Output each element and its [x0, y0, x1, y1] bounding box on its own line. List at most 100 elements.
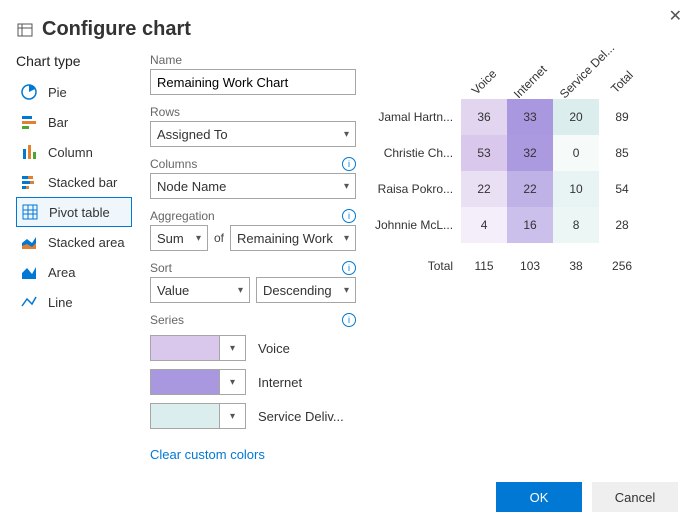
aggregation-label: Aggregation i — [150, 209, 356, 223]
pivot-cell: 22 — [461, 171, 507, 207]
series-label: Series i — [150, 313, 356, 327]
chart-type-sidebar: Chart type Pie Bar Column Stacked bar — [16, 53, 132, 462]
sort-by-select[interactable]: Value ▾ — [150, 277, 250, 303]
column-icon — [20, 143, 40, 161]
chart-type-label: Pie — [48, 85, 67, 100]
chevron-down-icon: ▾ — [344, 233, 349, 244]
series-color-select[interactable]: ▾ — [150, 369, 246, 395]
pivot-cell: 4 — [461, 207, 507, 243]
line-icon — [20, 293, 40, 311]
chart-type-area[interactable]: Area — [16, 257, 132, 287]
name-label: Name — [150, 53, 356, 67]
series-name: Internet — [258, 375, 302, 390]
pivot-cell: 16 — [507, 207, 553, 243]
chart-type-label: Stacked bar — [48, 175, 117, 190]
chart-type-pivot-table[interactable]: Pivot table — [16, 197, 132, 227]
series-name: Voice — [258, 341, 290, 356]
info-icon[interactable]: i — [342, 157, 356, 171]
dialog-footer: OK Cancel — [496, 482, 678, 512]
name-input[interactable] — [150, 69, 356, 95]
chevron-down-icon: ▾ — [344, 181, 349, 192]
pivot-row-header: Jamal Hartn... — [374, 99, 461, 135]
series-row-internet: ▾ Internet — [150, 369, 356, 395]
pivot-cell: 89 — [599, 99, 645, 135]
pivot-cell: 8 — [553, 207, 599, 243]
pivot-col-header: Service Del... — [553, 73, 599, 99]
chart-type-stacked-bar[interactable]: Stacked bar — [16, 167, 132, 197]
pivot-table-icon — [21, 203, 41, 221]
pivot-total-cell: 38 — [553, 243, 599, 279]
chevron-down-icon: ▾ — [238, 285, 243, 296]
series-row-voice: ▾ Voice — [150, 335, 356, 361]
columns-value: Node Name — [157, 179, 226, 194]
cancel-button[interactable]: Cancel — [592, 482, 678, 512]
pivot-cell: 32 — [507, 135, 553, 171]
table-row: Jamal Hartn...36332089 — [374, 99, 645, 135]
pivot-total-cell: 115 — [461, 243, 507, 279]
chart-type-label: Area — [48, 265, 75, 280]
pivot-row-header: Raisa Pokro... — [374, 171, 461, 207]
table-row: Christie Ch...5332085 — [374, 135, 645, 171]
series-color-select[interactable]: ▾ — [150, 335, 246, 361]
clear-custom-colors-link[interactable]: Clear custom colors — [150, 447, 356, 462]
chart-preview: Voice Internet Service Del... Total Jama… — [374, 53, 678, 462]
pivot-row-header: Christie Ch... — [374, 135, 461, 171]
pivot-col-header: Total — [599, 73, 645, 99]
aggregation-func-value: Sum — [157, 231, 184, 246]
of-text: of — [214, 231, 224, 245]
sort-by-value: Value — [157, 283, 189, 298]
chevron-down-icon: ▾ — [196, 233, 201, 244]
table-row: Johnnie McL...416828 — [374, 207, 645, 243]
pivot-table-preview: Voice Internet Service Del... Total Jama… — [374, 73, 645, 279]
config-form: Name Rows Assigned To ▾ Columns i Node N… — [150, 53, 356, 462]
chart-type-heading: Chart type — [16, 53, 132, 69]
pivot-total-cell: 103 — [507, 243, 553, 279]
chevron-down-icon: ▾ — [230, 411, 235, 422]
pivot-row-header: Johnnie McL... — [374, 207, 461, 243]
rows-value: Assigned To — [157, 127, 228, 142]
series-color-select[interactable]: ▾ — [150, 403, 246, 429]
chart-type-label: Stacked area — [48, 235, 125, 250]
pivot-col-header: Voice — [461, 73, 507, 99]
chart-type-stacked-area[interactable]: Stacked area — [16, 227, 132, 257]
chart-type-pie[interactable]: Pie — [16, 77, 132, 107]
chart-type-column[interactable]: Column — [16, 137, 132, 167]
columns-label: Columns i — [150, 157, 356, 171]
chevron-down-icon: ▾ — [344, 285, 349, 296]
chart-type-label: Bar — [48, 115, 68, 130]
stacked-bar-icon — [20, 173, 40, 191]
aggregation-field-select[interactable]: Remaining Work ▾ — [230, 225, 356, 251]
chart-type-label: Pivot table — [49, 205, 110, 220]
sort-dir-value: Descending — [263, 283, 332, 298]
pivot-cell: 53 — [461, 135, 507, 171]
pie-icon — [20, 83, 40, 101]
chart-type-label: Line — [48, 295, 73, 310]
color-swatch — [151, 336, 219, 360]
info-icon[interactable]: i — [342, 261, 356, 275]
pivot-cell: 54 — [599, 171, 645, 207]
pivot-col-header: Internet — [507, 73, 553, 99]
table-row: Raisa Pokro...22221054 — [374, 171, 645, 207]
stacked-area-icon — [20, 233, 40, 251]
ok-button[interactable]: OK — [496, 482, 582, 512]
pivot-cell: 10 — [553, 171, 599, 207]
bar-icon — [20, 113, 40, 131]
chevron-down-icon: ▾ — [344, 129, 349, 140]
chart-type-bar[interactable]: Bar — [16, 107, 132, 137]
pivot-cell: 36 — [461, 99, 507, 135]
rows-select[interactable]: Assigned To ▾ — [150, 121, 356, 147]
dialog-title: Configure chart — [42, 18, 191, 41]
info-icon[interactable]: i — [342, 313, 356, 327]
chart-type-line[interactable]: Line — [16, 287, 132, 317]
close-icon[interactable]: ✕ — [669, 6, 682, 26]
pivot-total-cell: 256 — [599, 243, 645, 279]
pivot-cell: 20 — [553, 99, 599, 135]
color-swatch — [151, 404, 219, 428]
info-icon[interactable]: i — [342, 209, 356, 223]
chevron-down-icon: ▾ — [230, 343, 235, 354]
columns-select[interactable]: Node Name ▾ — [150, 173, 356, 199]
series-name: Service Deliv... — [258, 409, 344, 424]
sort-dir-select[interactable]: Descending ▾ — [256, 277, 356, 303]
aggregation-func-select[interactable]: Sum ▾ — [150, 225, 208, 251]
pivot-cell: 22 — [507, 171, 553, 207]
